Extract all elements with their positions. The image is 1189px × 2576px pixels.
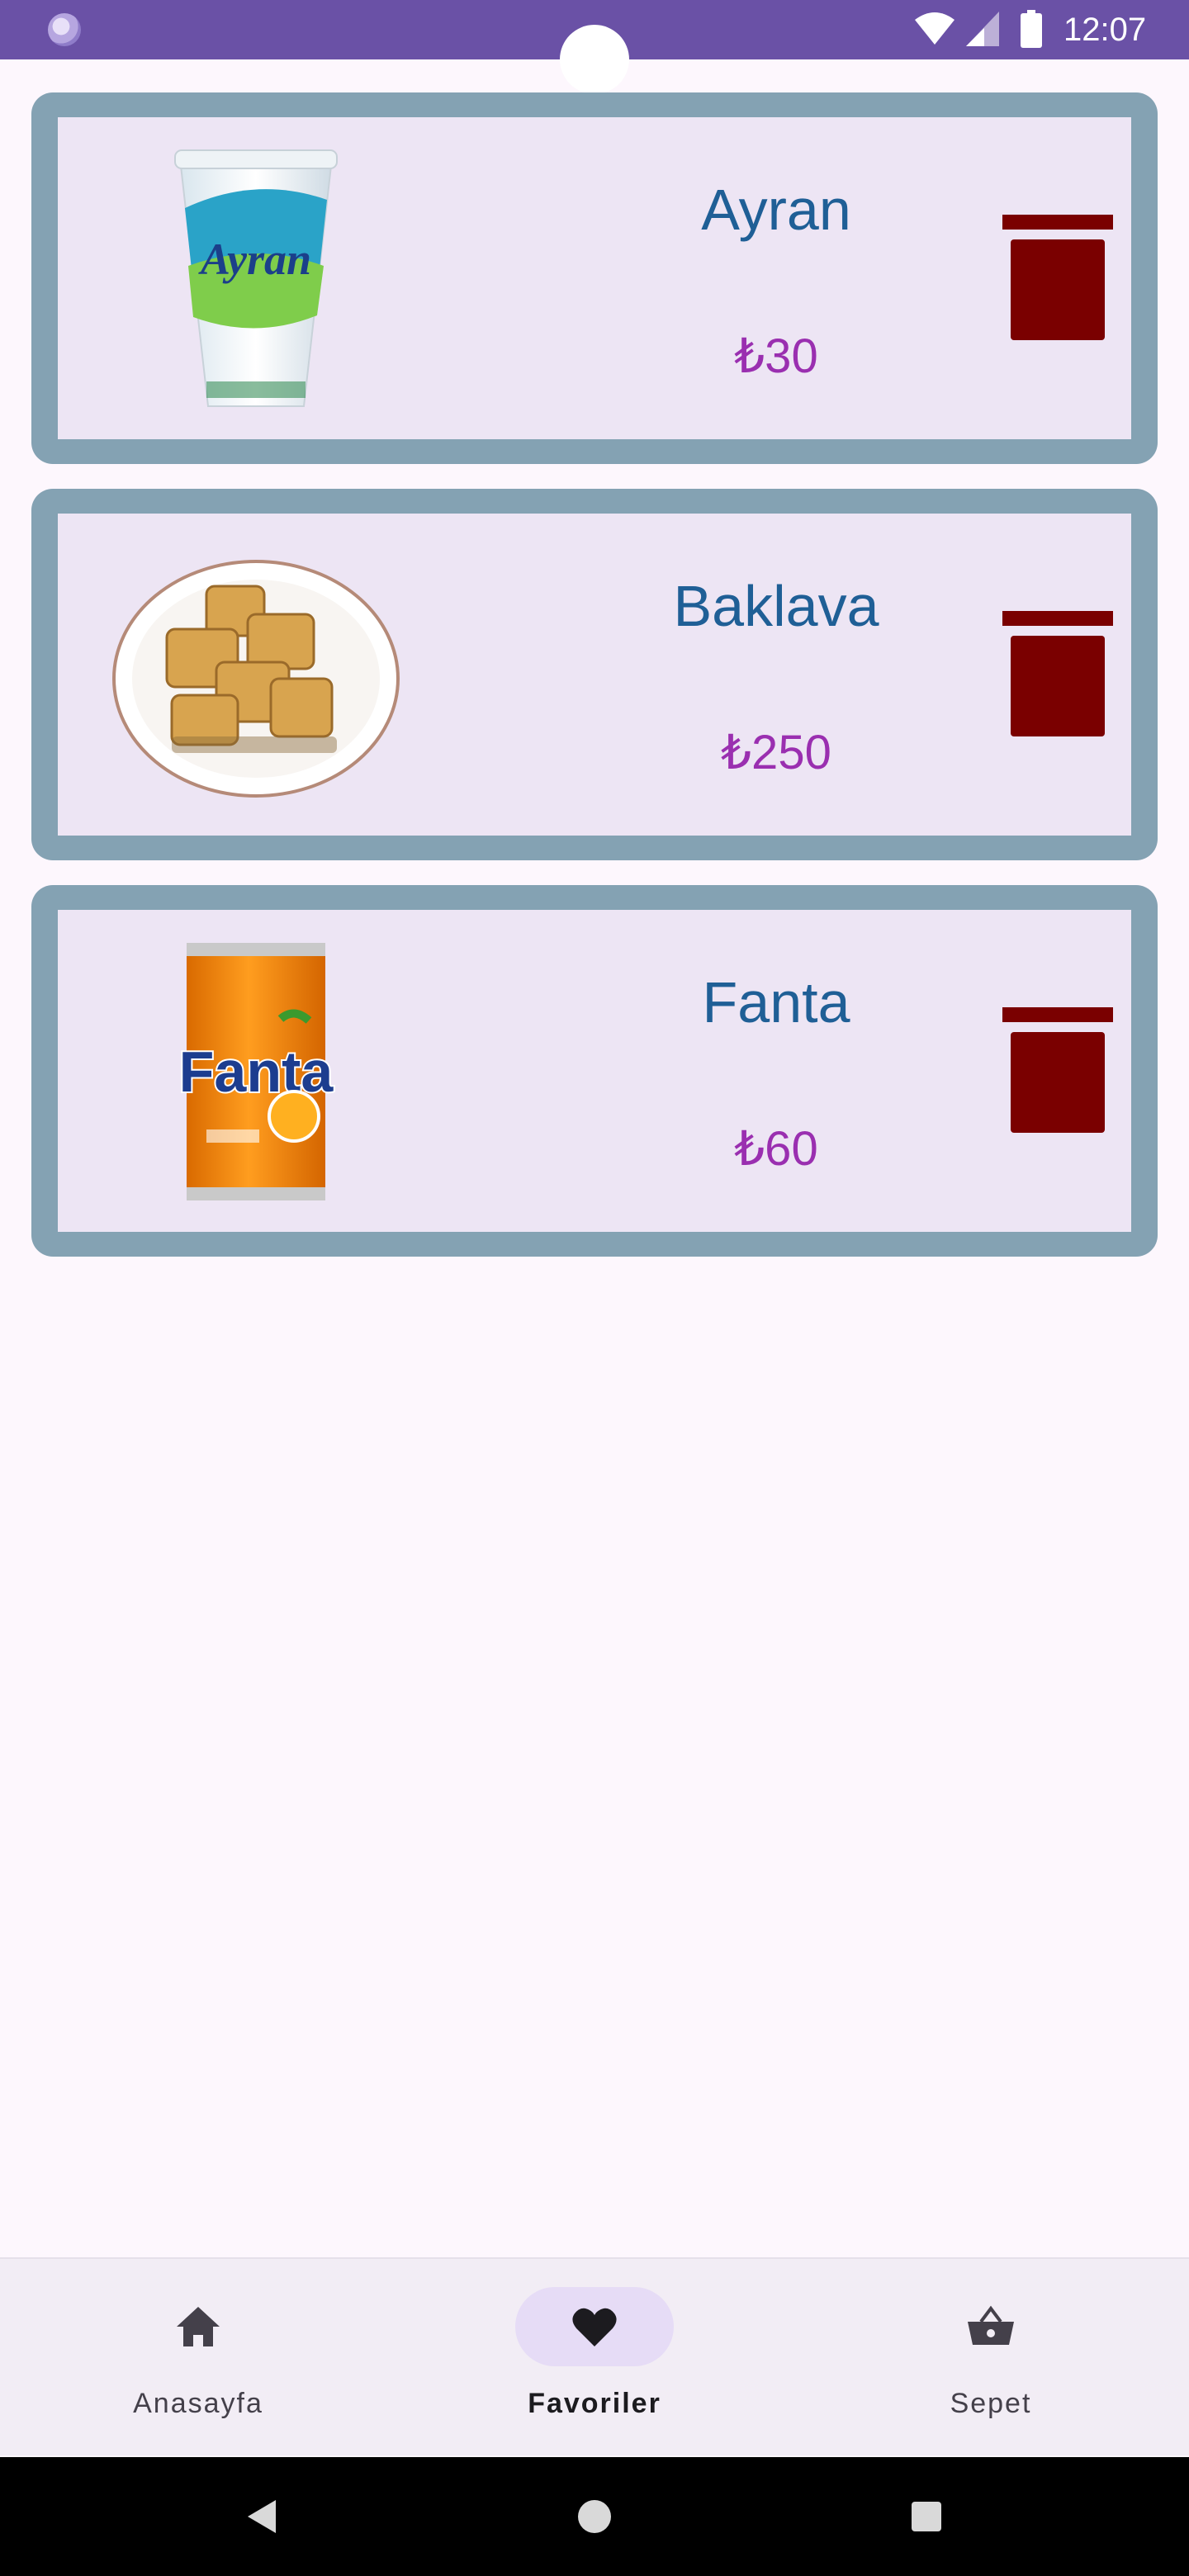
nav-item-anasayfa[interactable]: Anasayfa — [0, 2259, 396, 2457]
battery-icon — [1021, 10, 1042, 48]
wifi-icon — [915, 12, 955, 45]
heart-icon — [572, 2308, 617, 2346]
product-name: Ayran — [701, 178, 851, 242]
nav-label: Anasayfa — [133, 2388, 263, 2419]
favorites-screen: 12:07 Ayran Ayran ₺30 Baklava ₺250 Fanta… — [0, 0, 1189, 2576]
card-inner: Baklava ₺250 — [58, 514, 1131, 836]
product-price: ₺250 — [721, 726, 831, 779]
svg-text:Ayran: Ayran — [198, 234, 311, 284]
nav-label: Sepet — [950, 2388, 1032, 2419]
camera-cutout — [560, 25, 629, 94]
system-navigation-bar — [0, 2457, 1189, 2576]
product-name: Baklava — [673, 574, 879, 638]
card-inner: Ayran Ayran ₺30 — [58, 117, 1131, 439]
nav-item-favoriler[interactable]: Favoriler — [396, 2259, 793, 2457]
bottom-navigation: Anasayfa Favoriler Sepet — [0, 2257, 1189, 2455]
basket-icon — [968, 2305, 1014, 2345]
product-price: ₺30 — [734, 329, 818, 383]
favorite-card-ayran[interactable]: Ayran Ayran ₺30 — [31, 92, 1158, 464]
nav-label: Favoriler — [528, 2388, 661, 2419]
status-bar: 12:07 — [0, 0, 1189, 94]
trash-icon[interactable] — [1002, 215, 1113, 342]
card-inner: Fanta Fanta ₺60 — [58, 910, 1131, 1232]
app-notification-icon — [48, 13, 81, 46]
product-name: Fanta — [702, 970, 850, 1035]
nav-item-sepet[interactable]: Sepet — [793, 2259, 1189, 2457]
home-icon — [177, 2307, 220, 2346]
status-clock: 12:07 — [1063, 12, 1147, 48]
back-button[interactable] — [239, 2493, 286, 2540]
favorite-card-baklava[interactable]: Baklava ₺250 — [31, 489, 1158, 860]
fanta-image: Fanta — [178, 943, 335, 1200]
favorite-card-fanta[interactable]: Fanta Fanta ₺60 — [31, 885, 1158, 1257]
signal-icon — [966, 12, 999, 46]
ayran-image: Ayran — [174, 149, 338, 407]
product-price: ₺60 — [734, 1122, 818, 1176]
svg-text:Fanta: Fanta — [179, 1039, 334, 1104]
recents-button[interactable] — [903, 2493, 950, 2540]
trash-icon[interactable] — [1002, 1007, 1113, 1134]
trash-icon[interactable] — [1002, 611, 1113, 738]
home-button[interactable] — [571, 2493, 618, 2540]
baklava-image — [112, 560, 400, 798]
